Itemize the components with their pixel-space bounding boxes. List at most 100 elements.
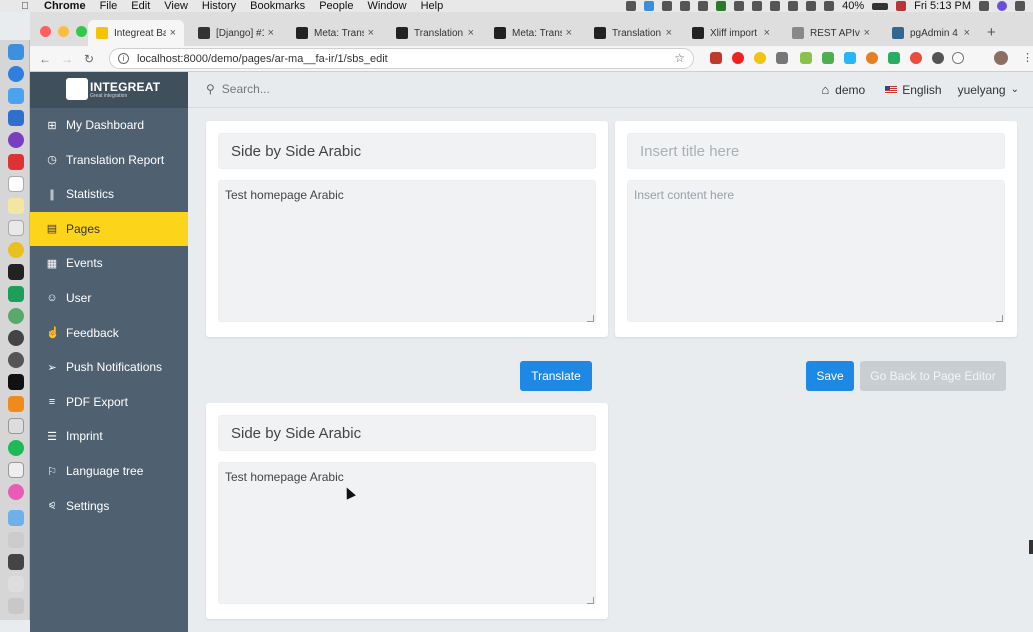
source-content-textarea[interactable]: Test homepage Arabic bbox=[218, 180, 596, 322]
sidebar-item-push-notifications[interactable]: ➢ Push Notifications bbox=[30, 350, 188, 384]
wifi-icon[interactable] bbox=[806, 1, 817, 11]
user-menu[interactable]: yuelyang bbox=[958, 83, 1006, 97]
battery-percent[interactable]: 40% bbox=[842, 0, 864, 12]
app-icon[interactable] bbox=[8, 462, 24, 478]
menu-file[interactable]: File bbox=[100, 0, 118, 12]
browser-tab[interactable]: [Django] #10 × bbox=[190, 20, 282, 46]
bookmark-star-icon[interactable]: ☆ bbox=[674, 51, 685, 65]
region-selector[interactable]: demo bbox=[835, 83, 865, 97]
browser-tab[interactable]: Translation: × bbox=[388, 20, 482, 46]
volume-icon[interactable] bbox=[824, 1, 835, 11]
browser-tab[interactable]: REST APIv3 × bbox=[784, 20, 878, 46]
sidebar-item-imprint[interactable]: ☰ Imprint bbox=[30, 419, 188, 453]
close-tab-icon[interactable]: × bbox=[964, 27, 970, 39]
sidebar-item-translation-report[interactable]: ◷ Translation Report bbox=[30, 143, 188, 177]
chrome-menu-icon[interactable]: ⋮ bbox=[1022, 52, 1033, 64]
close-tab-icon[interactable]: × bbox=[764, 27, 770, 39]
extension-icon[interactable] bbox=[776, 52, 788, 64]
target-content-textarea[interactable]: Insert content here bbox=[627, 180, 1005, 322]
app-icon[interactable] bbox=[8, 352, 24, 368]
status-app-icon[interactable] bbox=[662, 1, 673, 11]
folder-icon[interactable] bbox=[8, 576, 24, 592]
spotlight-icon[interactable] bbox=[979, 1, 989, 11]
back-to-page-editor-button[interactable]: Go Back to Page Editor bbox=[860, 361, 1006, 391]
browser-tab[interactable]: Meta: Transl × bbox=[486, 20, 580, 46]
browser-tab[interactable]: Translation: × bbox=[586, 20, 680, 46]
battery-icon[interactable] bbox=[872, 2, 889, 10]
status-app-icon[interactable] bbox=[680, 1, 691, 11]
flag-icon[interactable] bbox=[896, 1, 907, 11]
spotify-icon[interactable] bbox=[8, 440, 24, 456]
sql-icon[interactable] bbox=[8, 418, 24, 434]
site-info-icon[interactable]: i bbox=[118, 53, 129, 64]
app-icon[interactable] bbox=[8, 132, 24, 148]
save-button[interactable]: Save bbox=[806, 361, 854, 391]
brand[interactable]: INTEGREAT Great integration bbox=[30, 72, 188, 108]
extension-icon[interactable] bbox=[866, 52, 878, 64]
app-icon[interactable] bbox=[8, 330, 24, 346]
extension-icon[interactable] bbox=[754, 52, 766, 64]
close-tab-icon[interactable]: × bbox=[170, 27, 176, 39]
chevron-down-icon[interactable]: ⌄ bbox=[1011, 84, 1019, 95]
menu-people[interactable]: People bbox=[319, 0, 353, 12]
extension-icon[interactable] bbox=[932, 52, 944, 64]
close-tab-icon[interactable]: × bbox=[368, 27, 374, 39]
source-title-input[interactable]: Side by Side Arabic bbox=[218, 133, 596, 169]
close-tab-icon[interactable]: × bbox=[268, 27, 274, 39]
sidebar-item-feedback[interactable]: ☝ Feedback bbox=[30, 316, 188, 350]
language-selector[interactable]: English bbox=[902, 83, 941, 97]
close-tab-icon[interactable]: × bbox=[666, 27, 672, 39]
status-app-icon[interactable] bbox=[716, 1, 727, 11]
extension-icon[interactable] bbox=[888, 52, 900, 64]
menu-edit[interactable]: Edit bbox=[131, 0, 150, 12]
status-app-icon[interactable] bbox=[644, 1, 655, 11]
sidebar-item-statistics[interactable]: ∥ Statistics bbox=[30, 177, 188, 211]
search-box[interactable]: ⚲ Search... bbox=[206, 82, 270, 96]
close-tab-icon[interactable]: × bbox=[566, 27, 572, 39]
finder-icon[interactable] bbox=[8, 44, 24, 60]
sidebar-item-events[interactable]: ▦ Events bbox=[30, 246, 188, 280]
target-title-input[interactable]: Insert title here bbox=[627, 133, 1005, 169]
safari-icon[interactable] bbox=[8, 66, 24, 82]
bluetooth-icon[interactable] bbox=[770, 1, 781, 11]
status-app-icon[interactable] bbox=[626, 1, 637, 11]
siri-icon[interactable] bbox=[997, 1, 1007, 11]
slack-icon[interactable] bbox=[8, 220, 24, 236]
resize-handle[interactable] bbox=[587, 597, 594, 604]
resize-handle[interactable] bbox=[996, 315, 1003, 322]
menu-app[interactable]: Chrome bbox=[44, 0, 86, 12]
apple-icon[interactable]:  bbox=[18, 1, 32, 12]
sidebar-item-settings[interactable]: ⪨ Settings bbox=[30, 489, 188, 523]
menu-help[interactable]: Help bbox=[421, 0, 444, 12]
sublime-icon[interactable] bbox=[8, 396, 24, 412]
close-window-icon[interactable] bbox=[40, 26, 51, 37]
pycharm-icon[interactable] bbox=[8, 286, 24, 302]
sidebar-item-pages[interactable]: ▤ Pages bbox=[30, 211, 188, 246]
extension-icon[interactable] bbox=[800, 52, 812, 64]
android-studio-icon[interactable] bbox=[8, 308, 24, 324]
browser-tab[interactable]: Xliff import a × bbox=[684, 20, 778, 46]
notes-icon[interactable] bbox=[8, 198, 24, 214]
extension-icon[interactable] bbox=[844, 52, 856, 64]
extension-icon[interactable] bbox=[910, 52, 922, 64]
new-tab-button[interactable]: + bbox=[987, 24, 996, 41]
status-app-icon[interactable] bbox=[734, 1, 745, 11]
close-tab-icon[interactable]: × bbox=[468, 27, 474, 39]
profile-avatar[interactable] bbox=[994, 51, 1008, 65]
sidebar-item-language-tree[interactable]: ⚐ Language tree bbox=[30, 454, 188, 488]
status-app-icon[interactable] bbox=[698, 1, 709, 11]
lower-title-input[interactable]: Side by Side Arabic bbox=[218, 415, 596, 451]
chrome-icon[interactable] bbox=[8, 242, 24, 258]
back-icon[interactable]: ← bbox=[38, 52, 52, 66]
folder-icon[interactable] bbox=[8, 510, 24, 526]
app-icon[interactable] bbox=[8, 154, 24, 170]
extension-icon[interactable] bbox=[822, 52, 834, 64]
notification-center-icon[interactable] bbox=[1015, 1, 1025, 11]
intellij-icon[interactable] bbox=[8, 264, 24, 280]
menu-view[interactable]: View bbox=[164, 0, 188, 12]
calendar-icon[interactable] bbox=[8, 176, 24, 192]
sidebar-item-pdf-export[interactable]: ≡ PDF Export bbox=[30, 385, 188, 419]
status-app-icon[interactable] bbox=[752, 1, 763, 11]
app-icon[interactable] bbox=[8, 110, 24, 126]
extension-icon[interactable] bbox=[732, 52, 744, 64]
